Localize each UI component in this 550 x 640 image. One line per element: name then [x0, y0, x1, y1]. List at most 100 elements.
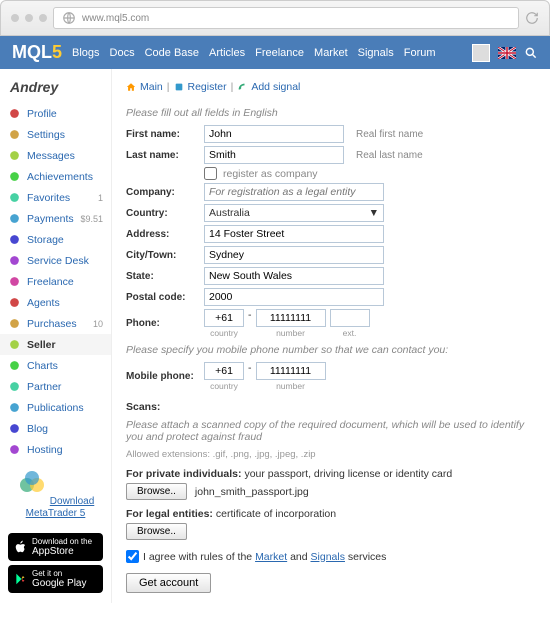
nav-docs[interactable]: Docs — [110, 47, 135, 59]
agree-checkbox[interactable] — [126, 550, 139, 563]
sidebar-label: Charts — [27, 360, 58, 372]
sidebar-item-profile[interactable]: Profile — [0, 103, 111, 124]
city-input[interactable] — [204, 246, 384, 264]
metatrader-icon — [17, 470, 47, 500]
sidebar-label: Partner — [27, 381, 61, 393]
country-select[interactable]: Australia▼ — [204, 204, 384, 222]
postal-input[interactable] — [204, 288, 384, 306]
nav-codebase[interactable]: Code Base — [145, 47, 199, 59]
nav-blogs[interactable]: Blogs — [72, 47, 100, 59]
window-dot — [25, 14, 33, 22]
url-bar[interactable]: www.mql5.com — [53, 7, 519, 29]
first-name-note: Real first name — [356, 129, 423, 140]
sidebar-label: Storage — [27, 234, 64, 246]
last-name-label: Last name: — [126, 150, 198, 161]
sidebar-icon — [8, 401, 21, 414]
sidebar-badge: 10 — [93, 319, 103, 329]
sidebar-item-service-desk[interactable]: Service Desk — [0, 250, 111, 271]
last-name-input[interactable] — [204, 146, 344, 164]
window-dot — [39, 14, 47, 22]
phone-number-input[interactable] — [256, 309, 326, 327]
private-text: your passport, driving license or identi… — [244, 468, 452, 480]
phone-ext-input[interactable] — [330, 309, 370, 327]
browse-private-button[interactable]: Browse.. — [126, 483, 187, 500]
flag-uk-icon[interactable] — [498, 47, 516, 59]
sidebar-item-payments[interactable]: Payments $9.51 — [0, 208, 111, 229]
legal-label: For legal entities: — [126, 508, 213, 520]
nav-freelance[interactable]: Freelance — [255, 47, 304, 59]
sidebar-item-blog[interactable]: Blog — [0, 418, 111, 439]
sidebar-icon — [8, 296, 21, 309]
private-label: For private individuals: — [126, 468, 242, 480]
sidebar-label: Seller — [27, 339, 56, 351]
window-dot — [11, 14, 19, 22]
sidebar-label: Freelance — [27, 276, 74, 288]
sidebar-item-settings[interactable]: Settings — [0, 124, 111, 145]
company-input[interactable] — [204, 183, 384, 201]
search-icon[interactable] — [524, 46, 538, 60]
crumb-addsignal[interactable]: Add signal — [251, 81, 300, 93]
googleplay-badge[interactable]: Get it onGoogle Play — [8, 565, 103, 593]
company-label: Company: — [126, 187, 198, 198]
sidebar-icon — [8, 317, 21, 330]
sidebar-badge: $9.51 — [80, 214, 103, 224]
chevron-down-icon: ▼ — [369, 207, 379, 219]
signals-link[interactable]: Signals — [311, 551, 345, 563]
home-icon — [126, 82, 136, 92]
sidebar-label: Messages — [27, 150, 75, 162]
register-icon — [174, 82, 184, 92]
mobile-country-input[interactable] — [204, 362, 244, 380]
sidebar-label: Service Desk — [27, 255, 89, 267]
breadcrumb: Main | Register | Add signal — [126, 77, 536, 101]
sidebar-item-partner[interactable]: Partner — [0, 376, 111, 397]
sidebar-item-freelance[interactable]: Freelance — [0, 271, 111, 292]
nav-signals[interactable]: Signals — [358, 47, 394, 59]
refresh-icon[interactable] — [525, 11, 539, 25]
sidebar-icon — [8, 107, 21, 120]
sidebar-icon — [8, 422, 21, 435]
mobile-label: Mobile phone: — [126, 371, 198, 382]
sidebar-badge: 1 — [98, 193, 103, 203]
state-label: State: — [126, 271, 198, 282]
url-text: www.mql5.com — [82, 13, 149, 24]
sidebar-item-storage[interactable]: Storage — [0, 229, 111, 250]
appstore-badge[interactable]: Download on theAppStore — [8, 533, 103, 561]
register-company-checkbox[interactable] — [204, 167, 217, 180]
sidebar-icon — [8, 443, 21, 456]
logo[interactable]: MQL5 — [12, 42, 62, 63]
sidebar-item-hosting[interactable]: Hosting — [0, 439, 111, 460]
nav-market[interactable]: Market — [314, 47, 348, 59]
phone-country-input[interactable] — [204, 309, 244, 327]
sidebar-icon — [8, 233, 21, 246]
get-account-button[interactable]: Get account — [126, 573, 211, 593]
mobile-number-input[interactable] — [256, 362, 326, 380]
crumb-register[interactable]: Register — [188, 81, 227, 93]
nav-articles[interactable]: Articles — [209, 47, 245, 59]
sidebar-item-messages[interactable]: Messages — [0, 145, 111, 166]
sidebar-item-achievements[interactable]: Achievements — [0, 166, 111, 187]
sidebar-item-agents[interactable]: Agents — [0, 292, 111, 313]
sidebar-item-publications[interactable]: Publications — [0, 397, 111, 418]
nav-forum[interactable]: Forum — [404, 47, 436, 59]
username: Andrey — [0, 75, 111, 103]
postal-label: Postal code: — [126, 292, 198, 303]
sidebar-item-charts[interactable]: Charts — [0, 355, 111, 376]
browse-legal-button[interactable]: Browse.. — [126, 523, 187, 540]
sidebar-icon — [8, 212, 21, 225]
crumb-main[interactable]: Main — [140, 81, 163, 93]
sidebar-label: Payments — [27, 213, 74, 225]
sidebar-item-seller[interactable]: Seller — [0, 334, 111, 355]
state-input[interactable] — [204, 267, 384, 285]
scans-heading: Scans: — [126, 401, 536, 413]
avatar[interactable] — [472, 44, 490, 62]
address-input[interactable] — [204, 225, 384, 243]
sidebar-icon — [8, 275, 21, 288]
first-name-input[interactable] — [204, 125, 344, 143]
market-link[interactable]: Market — [255, 551, 287, 563]
sidebar-icon — [8, 170, 21, 183]
sidebar-item-purchases[interactable]: Purchases10 — [0, 313, 111, 334]
globe-icon — [62, 11, 76, 25]
phone-label: Phone: — [126, 318, 198, 329]
sidebar-item-favorites[interactable]: Favorites1 — [0, 187, 111, 208]
sidebar-icon — [8, 359, 21, 372]
